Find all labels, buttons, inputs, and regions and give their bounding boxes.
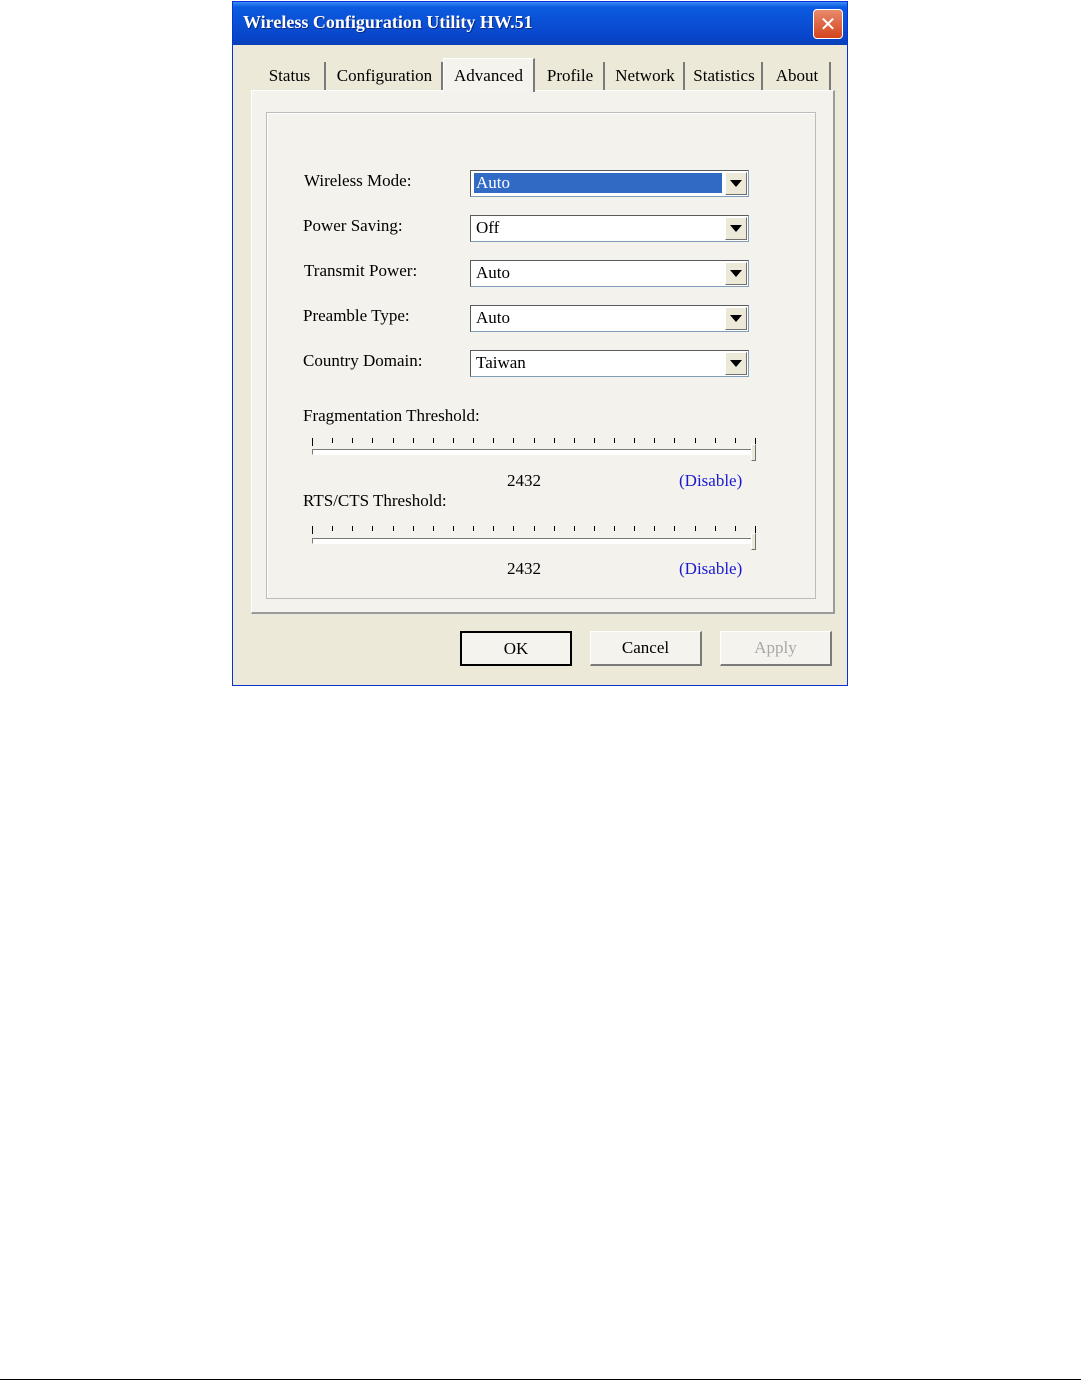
country-domain-select[interactable]: Taiwan: [470, 350, 749, 377]
rts-cts-slider-track[interactable]: [312, 538, 756, 544]
tab-statistics[interactable]: Statistics: [687, 62, 763, 90]
slider-tick: [695, 438, 696, 443]
transmit-power-select[interactable]: Auto: [470, 260, 749, 287]
title-bar[interactable]: Wireless Configuration Utility HW.51 ✕: [233, 2, 847, 45]
slider-tick: [513, 438, 514, 443]
slider-tick: [574, 438, 575, 443]
fragmentation-disable-status: (Disable): [679, 471, 743, 490]
preamble-type-label: Preamble Type:: [303, 306, 410, 325]
slider-tick: [352, 526, 353, 531]
preamble-type-dropdown-button[interactable]: [725, 307, 747, 330]
rts-cts-threshold-value: 2432: [507, 559, 541, 578]
country-domain-dropdown-button[interactable]: [725, 352, 747, 375]
page-divider: [0, 1379, 1081, 1380]
tab-profile[interactable]: Profile: [537, 62, 605, 90]
slider-tick: [654, 438, 655, 443]
slider-tick: [715, 438, 716, 443]
rts-cts-threshold-label: RTS/CTS Threshold:: [303, 491, 447, 510]
close-icon: ✕: [819, 12, 837, 36]
preamble-type-select[interactable]: Auto: [470, 305, 749, 332]
slider-tick: [594, 438, 595, 443]
wireless-mode-select[interactable]: Auto: [470, 170, 749, 197]
chevron-down-icon: [730, 270, 742, 277]
window-title: Wireless Configuration Utility HW.51: [243, 12, 533, 32]
chevron-down-icon: [730, 225, 742, 232]
transmit-power-value: Auto: [476, 263, 510, 282]
slider-tick: [715, 526, 716, 531]
slider-tick: [312, 438, 313, 446]
tab-configuration[interactable]: Configuration: [328, 62, 443, 90]
rts-cts-slider-thumb[interactable]: [751, 533, 756, 550]
slider-tick: [493, 526, 494, 531]
tab-status[interactable]: Status: [255, 62, 326, 90]
wireless-mode-value: Auto: [474, 173, 722, 193]
advanced-panel: Wireless Mode: Auto Power Saving: Off Tr…: [251, 90, 835, 614]
slider-tick: [453, 526, 454, 531]
slider-tick: [674, 526, 675, 531]
wireless-config-window: Wireless Configuration Utility HW.51 ✕ S…: [232, 1, 848, 686]
power-saving-label: Power Saving:: [303, 216, 403, 235]
slider-tick: [574, 526, 575, 531]
slider-tick: [493, 438, 494, 443]
preamble-type-value: Auto: [476, 308, 510, 327]
slider-tick: [352, 438, 353, 443]
wireless-mode-label: Wireless Mode:: [304, 171, 412, 190]
slider-tick: [735, 438, 736, 443]
slider-tick: [554, 526, 555, 531]
rts-cts-slider-ticks: [312, 526, 756, 534]
fragmentation-slider-ticks: [312, 438, 756, 446]
slider-tick: [372, 526, 373, 531]
slider-tick: [594, 526, 595, 531]
close-button[interactable]: ✕: [813, 9, 843, 39]
slider-tick: [413, 438, 414, 443]
slider-tick: [654, 526, 655, 531]
slider-tick: [634, 438, 635, 443]
slider-tick: [534, 438, 535, 443]
slider-tick: [614, 438, 615, 443]
advanced-settings-group: Wireless Mode: Auto Power Saving: Off Tr…: [266, 112, 816, 599]
ok-button[interactable]: OK: [460, 631, 572, 666]
slider-tick: [332, 526, 333, 531]
fragmentation-threshold-label: Fragmentation Threshold:: [303, 406, 480, 425]
slider-tick: [554, 438, 555, 443]
slider-tick: [674, 438, 675, 443]
slider-tick: [433, 438, 434, 443]
fragmentation-slider-track[interactable]: [312, 449, 756, 455]
tab-advanced[interactable]: Advanced: [443, 58, 535, 92]
power-saving-dropdown-button[interactable]: [725, 217, 747, 240]
apply-button[interactable]: Apply: [720, 631, 832, 666]
slider-tick: [433, 526, 434, 531]
fragmentation-slider-thumb[interactable]: [751, 444, 756, 461]
slider-tick: [372, 438, 373, 443]
country-domain-value: Taiwan: [476, 353, 526, 372]
slider-tick: [473, 526, 474, 531]
slider-tick: [332, 438, 333, 443]
slider-tick: [695, 526, 696, 531]
slider-tick: [534, 526, 535, 531]
chevron-down-icon: [730, 315, 742, 322]
tab-about[interactable]: About: [765, 62, 831, 90]
tab-network[interactable]: Network: [607, 62, 685, 90]
chevron-down-icon: [730, 360, 742, 367]
slider-tick: [513, 526, 514, 531]
slider-tick: [393, 526, 394, 531]
slider-tick: [634, 526, 635, 531]
slider-tick: [735, 526, 736, 531]
wireless-mode-dropdown-button[interactable]: [725, 172, 747, 195]
country-domain-label: Country Domain:: [303, 351, 423, 370]
transmit-power-dropdown-button[interactable]: [725, 262, 747, 285]
cancel-button[interactable]: Cancel: [590, 631, 702, 666]
slider-tick: [473, 438, 474, 443]
fragmentation-threshold-value: 2432: [507, 471, 541, 490]
transmit-power-label: Transmit Power:: [304, 261, 418, 280]
chevron-down-icon: [730, 180, 742, 187]
slider-tick: [453, 438, 454, 443]
slider-tick: [393, 438, 394, 443]
power-saving-value: Off: [476, 218, 500, 237]
slider-tick: [413, 526, 414, 531]
slider-tick: [312, 526, 313, 534]
rts-cts-disable-status: (Disable): [679, 559, 743, 578]
slider-tick: [614, 526, 615, 531]
power-saving-select[interactable]: Off: [470, 215, 749, 242]
